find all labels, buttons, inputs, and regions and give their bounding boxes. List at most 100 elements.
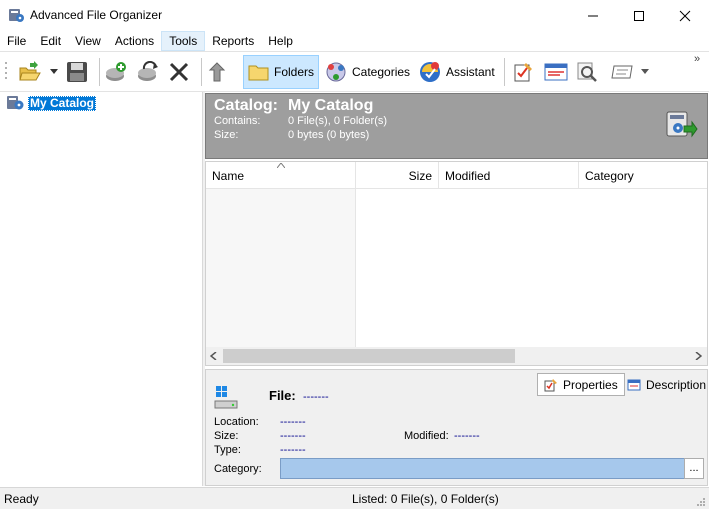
file-label: File: xyxy=(269,388,296,403)
minimize-button[interactable] xyxy=(570,0,616,31)
up-folder-icon xyxy=(208,62,226,82)
view-options-icon xyxy=(611,65,633,79)
location-value: ------- xyxy=(280,416,306,428)
column-header-size[interactable]: Size xyxy=(356,162,439,189)
categories-button[interactable]: Categories xyxy=(322,55,412,89)
app-icon xyxy=(9,9,24,22)
minimize-icon xyxy=(588,15,598,16)
update-item-button[interactable] xyxy=(136,55,166,89)
category-field[interactable] xyxy=(280,458,685,479)
checklist-icon xyxy=(514,63,532,82)
add-disk-icon xyxy=(106,62,126,81)
category-browse-button[interactable]: ... xyxy=(684,458,704,479)
tab-description-label: Description xyxy=(646,377,707,392)
view-options-button[interactable] xyxy=(607,55,637,89)
contains-value: 0 File(s), 0 Folder(s) xyxy=(288,115,388,127)
catalog-disk-icon xyxy=(666,111,698,138)
catalog-tree[interactable]: My Catalog xyxy=(0,92,203,486)
scrollbar-thumb[interactable] xyxy=(223,349,515,363)
assistant-button[interactable]: Assistant xyxy=(416,55,498,89)
toolbar-separator xyxy=(504,58,505,86)
modified-value: ------- xyxy=(454,430,480,442)
folders-button[interactable]: Folders xyxy=(243,55,319,89)
search-button[interactable] xyxy=(573,55,603,89)
tab-description[interactable]: Description xyxy=(621,373,709,396)
tab-properties-label: Properties xyxy=(563,377,618,392)
type-value: ------- xyxy=(280,444,306,456)
categories-icon xyxy=(326,62,346,82)
column-divider xyxy=(355,189,356,348)
tree-item-my-catalog[interactable]: My Catalog xyxy=(6,95,97,111)
delete-button[interactable] xyxy=(168,55,196,89)
category-label: Category: xyxy=(214,463,262,475)
chevron-down-icon xyxy=(641,69,649,74)
column-header-modified[interactable]: Modified xyxy=(439,162,579,189)
toolbar: Folders Categories Assistant » xyxy=(0,51,709,92)
toolbar-separator xyxy=(201,58,202,86)
menu-actions[interactable]: Actions xyxy=(108,31,161,51)
size-label: Size: xyxy=(214,129,239,141)
column-name-label: Name xyxy=(212,169,245,183)
resize-grip-icon[interactable] xyxy=(696,497,706,507)
save-disk-icon xyxy=(67,62,87,82)
report-window-icon xyxy=(544,63,568,81)
catalog-header-label: Catalog: xyxy=(214,97,278,114)
checklist-button[interactable] xyxy=(509,55,539,89)
toolbar-separator xyxy=(99,58,100,86)
scroll-left-icon[interactable] xyxy=(210,352,217,360)
sort-ascending-icon xyxy=(277,163,285,168)
maximize-button[interactable] xyxy=(616,0,662,31)
description-icon xyxy=(627,379,641,390)
open-folder-icon xyxy=(19,61,41,81)
menu-file[interactable]: File xyxy=(0,31,33,51)
contains-label: Contains: xyxy=(214,115,261,127)
name-column-area xyxy=(206,189,356,348)
column-header-category[interactable]: Category xyxy=(579,162,707,189)
size-value: 0 bytes (0 bytes) xyxy=(288,129,370,141)
view-options-dropdown[interactable] xyxy=(641,55,655,89)
close-button[interactable] xyxy=(662,0,708,31)
location-label: Location: xyxy=(214,416,259,428)
file-details-panel: Properties Description File: ------- Loc… xyxy=(205,369,708,486)
refresh-disk-icon xyxy=(138,61,158,81)
toolbar-overflow-icon[interactable]: » xyxy=(694,53,700,65)
report-button[interactable] xyxy=(541,55,571,89)
menu-reports[interactable]: Reports xyxy=(205,31,261,51)
add-item-button[interactable] xyxy=(104,55,134,89)
maximize-icon xyxy=(634,10,644,21)
menu-tools[interactable]: Tools xyxy=(161,31,206,51)
tree-item-label: My Catalog xyxy=(28,95,97,111)
save-button[interactable] xyxy=(66,55,94,89)
toolbar-grip xyxy=(5,62,7,79)
column-size-label: Size xyxy=(408,169,432,183)
tab-properties[interactable]: Properties xyxy=(537,373,625,396)
size-label: Size: xyxy=(214,430,239,442)
menu-edit[interactable]: Edit xyxy=(33,31,68,51)
status-bar: Ready Listed: 0 File(s), 0 Folder(s) xyxy=(0,487,709,509)
status-listed: Listed: 0 File(s), 0 Folder(s) xyxy=(352,492,499,506)
menu-bar: File Edit View Actions Tools Reports Hel… xyxy=(0,31,709,51)
search-icon xyxy=(577,62,597,82)
menu-help[interactable]: Help xyxy=(261,31,300,51)
up-level-button[interactable] xyxy=(206,55,236,89)
modified-label: Modified: xyxy=(404,430,449,442)
status-text: Ready xyxy=(4,492,39,506)
horizontal-scrollbar[interactable] xyxy=(206,347,707,365)
chevron-down-icon xyxy=(50,69,58,74)
size-value: ------- xyxy=(280,430,306,442)
folders-label: Folders xyxy=(274,65,315,79)
open-dropdown-button[interactable] xyxy=(50,55,64,89)
file-value: ------- xyxy=(303,391,329,403)
catalog-header-name: My Catalog xyxy=(288,97,374,114)
title-bar: Advanced File Organizer xyxy=(0,0,709,31)
window-title: Advanced File Organizer xyxy=(30,8,163,22)
categories-label: Categories xyxy=(352,65,411,79)
open-button[interactable] xyxy=(18,55,46,89)
assistant-label: Assistant xyxy=(446,65,495,79)
list-header: Name Size Modified Category xyxy=(206,162,707,189)
properties-icon xyxy=(544,378,557,391)
file-list[interactable]: Name Size Modified Category xyxy=(205,161,708,366)
menu-view[interactable]: View xyxy=(68,31,108,51)
scroll-right-icon[interactable] xyxy=(695,352,702,360)
close-icon xyxy=(679,10,691,21)
